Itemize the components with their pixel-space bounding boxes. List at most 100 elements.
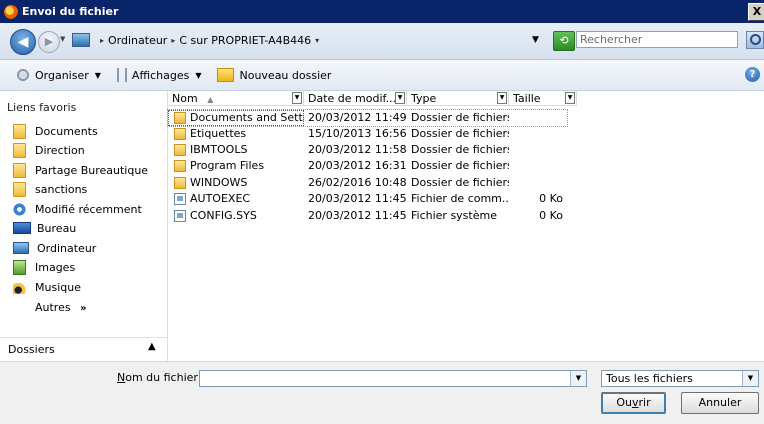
folder-icon [174, 177, 186, 189]
file-size: 0 Ko [539, 192, 563, 205]
arrow-right-icon: ▶ [44, 35, 54, 48]
file-date: 20/03/2012 11:49 [308, 111, 407, 124]
file-date: 20/03/2012 11:45 [308, 209, 407, 222]
column-header-name[interactable]: Nom ▲ ▼ [168, 91, 304, 106]
chevron-down-icon[interactable]: ▼ [395, 92, 405, 104]
file-icon [174, 210, 186, 222]
more-links-label: Autres [35, 301, 71, 314]
breadcrumb[interactable]: ▸ Ordinateur ▸ C sur PROPRIET-A4B446 ▾ [72, 30, 552, 50]
file-date: 20/03/2012 11:45 [308, 192, 407, 205]
table-row[interactable]: Etiquettes 15/10/2013 16:56 Dossier de f… [168, 126, 567, 142]
search-input[interactable]: Rechercher [576, 31, 738, 48]
file-date: 20/03/2012 11:58 [308, 143, 407, 156]
views-button[interactable]: Affichages ▼ [116, 68, 202, 82]
music-icon [13, 280, 26, 294]
chevron-down-icon[interactable]: ▼ [570, 371, 586, 386]
file-size [509, 142, 567, 158]
close-button[interactable]: X [748, 3, 764, 21]
views-icon [116, 68, 127, 82]
back-button[interactable]: ◀ [10, 29, 36, 55]
more-links-button[interactable]: Autres » [35, 301, 87, 314]
chevron-right-icon: » [80, 303, 87, 314]
chevron-down-icon[interactable]: ▼ [565, 92, 575, 104]
column-header-type[interactable]: Type ▼ [407, 91, 509, 106]
new-folder-label: Nouveau dossier [239, 68, 332, 82]
search-icon[interactable] [746, 31, 764, 49]
chevron-down-icon[interactable]: ▼ [497, 92, 507, 104]
refresh-button[interactable]: ⟲ [553, 31, 575, 51]
chevron-right-icon[interactable]: ▸ [100, 36, 104, 45]
file-date: 20/03/2012 16:31 [308, 159, 407, 172]
history-dropdown-icon[interactable]: ▼ [60, 35, 65, 43]
filename-label: Nom du fichier : [117, 371, 205, 384]
folders-toggle[interactable]: Dossiers ▲ [0, 337, 167, 362]
sidebar-item-label: Modifié récemment [35, 202, 142, 216]
column-header-label: Nom [172, 92, 198, 105]
filename-field[interactable]: ▼ [199, 370, 587, 387]
new-folder-button[interactable]: Nouveau dossier [217, 68, 331, 82]
file-name: Etiquettes [190, 127, 247, 140]
file-name: WINDOWS [190, 176, 248, 189]
file-name: Program Files [190, 159, 265, 172]
file-name: Documents and Setti... [190, 111, 304, 124]
desktop-icon [13, 222, 31, 234]
file-list: Nom ▲ ▼ Date de modif... ▼ Type ▼ Taille… [167, 91, 764, 361]
chevron-right-icon[interactable]: ▸ [171, 36, 175, 45]
help-icon[interactable]: ? [745, 67, 760, 82]
file-size: 0 Ko [539, 209, 563, 222]
sidebar-item-label: Bureau [37, 221, 77, 235]
table-row[interactable]: CONFIG.SYS 20/03/2012 11:45 Fichier syst… [168, 208, 567, 224]
sidebar-item-label: Musique [35, 280, 81, 294]
sidebar-item-direction[interactable]: Direction [13, 141, 85, 159]
sidebar-item-computer[interactable]: Ordinateur [13, 239, 96, 257]
breadcrumb-item-computer[interactable]: Ordinateur [108, 34, 167, 47]
folder-icon [13, 162, 26, 178]
open-button[interactable]: Ouvrir [601, 392, 666, 414]
cancel-button[interactable]: Annuler [681, 392, 759, 414]
views-label: Affichages [131, 68, 190, 82]
chevron-down-icon[interactable]: ▼ [292, 92, 302, 104]
folders-label: Dossiers [8, 343, 55, 356]
sidebar-item-sanctions[interactable]: sanctions [13, 180, 87, 198]
address-dropdown-icon[interactable]: ▼ [532, 35, 539, 45]
sidebar-item-recent[interactable]: Modifié récemment [13, 200, 142, 218]
chevron-down-icon: ▼ [195, 70, 202, 80]
sidebar-item-documents[interactable]: Documents [13, 122, 98, 140]
breadcrumb-item-drive[interactable]: C sur PROPRIET-A4B446 [179, 34, 311, 47]
column-header-label: Taille [513, 92, 541, 105]
file-type: Fichier système [411, 209, 497, 222]
open-label-prefix: Ou [616, 396, 632, 409]
recent-icon [13, 202, 26, 216]
organize-button[interactable]: Organiser ▼ [16, 68, 101, 82]
column-header-label: Type [411, 92, 437, 105]
file-name: IBMTOOLS [190, 143, 248, 156]
folder-icon [174, 112, 186, 124]
table-row[interactable]: AUTOEXEC 20/03/2012 11:45 Fichier de com… [168, 191, 567, 207]
table-row[interactable]: IBMTOOLS 20/03/2012 11:58 Dossier de fic… [168, 142, 567, 158]
table-row[interactable]: Program Files 20/03/2012 16:31 Dossier d… [168, 158, 567, 174]
chevron-up-icon[interactable]: ▲ [148, 341, 156, 352]
address-bar: ◀ ▶ ▼ ▸ Ordinateur ▸ C sur PROPRIET-A4B4… [0, 23, 764, 60]
column-header-size[interactable]: Taille ▼ [509, 91, 577, 106]
forward-button[interactable]: ▶ [38, 31, 60, 53]
chevron-down-icon[interactable]: ▾ [315, 36, 319, 45]
sidebar-item-desktop[interactable]: Bureau [13, 219, 76, 237]
firefox-icon [4, 4, 18, 19]
column-header-date[interactable]: Date de modif... ▼ [304, 91, 407, 106]
column-headers: Nom ▲ ▼ Date de modif... ▼ Type ▼ Taille… [168, 91, 764, 108]
file-type-filter[interactable]: Tous les fichiers ▼ [601, 370, 759, 387]
file-date: 15/10/2013 16:56 [308, 127, 407, 140]
table-row[interactable]: Documents and Setti... 20/03/2012 11:49 … [167, 109, 568, 127]
organize-label: Organiser [35, 68, 89, 82]
file-date: 26/02/2016 10:48 [308, 176, 407, 189]
sidebar-item-images[interactable]: Images [13, 258, 75, 276]
table-row[interactable]: WINDOWS 26/02/2016 10:48 Dossier de fich… [168, 175, 567, 191]
sidebar-item-partage-bureautique[interactable]: Partage Bureautique [13, 161, 148, 179]
chevron-down-icon[interactable]: ▼ [742, 371, 758, 386]
navigation-pane: Liens favoris Documents Direction Partag… [0, 91, 168, 362]
file-type: Dossier de fichiers [411, 111, 509, 124]
folder-icon [174, 160, 186, 172]
file-size [509, 110, 567, 126]
sidebar-item-music[interactable]: Musique [13, 278, 81, 296]
footer-panel: Nom du fichier : ▼ Tous les fichiers ▼ O… [0, 361, 764, 424]
